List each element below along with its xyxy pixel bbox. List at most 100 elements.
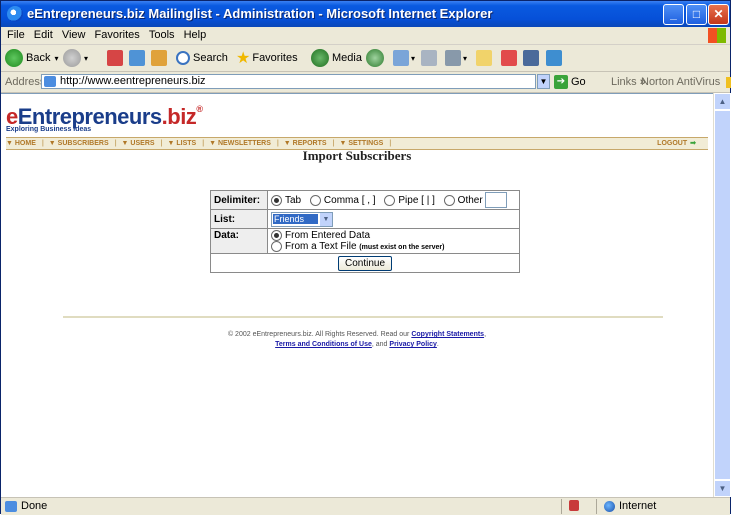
- stop-button[interactable]: [107, 48, 123, 68]
- mail-button[interactable]: ▾: [393, 48, 415, 68]
- scroll-thumb[interactable]: [714, 110, 731, 480]
- delimiter-tab-option[interactable]: Tab: [271, 194, 301, 206]
- footer: © 2002 eEntrepreneurs.biz. All Rights Re…: [1, 330, 713, 350]
- nav-users[interactable]: ▼ USERS: [122, 140, 158, 147]
- data-file-note: (must exist on the server): [359, 244, 445, 252]
- address-url: http://www.eentrepreneurs.biz: [60, 75, 206, 87]
- delimiter-other-option[interactable]: Other: [443, 194, 483, 206]
- list-select[interactable]: Friends ▼: [271, 211, 333, 227]
- logo-reg: ®: [196, 104, 203, 114]
- data-file-option[interactable]: From a Text File (must exist on the serv…: [271, 241, 516, 252]
- messenger-button[interactable]: [501, 48, 517, 68]
- discuss-button[interactable]: [546, 48, 562, 68]
- list-row: List: Friends ▼: [210, 209, 520, 229]
- status-zone: Internet: [604, 500, 656, 512]
- norton-antivirus-button[interactable]: Norton AntiVirus ▾: [641, 76, 731, 88]
- delimiter-pipe-option[interactable]: Pipe [ | ]: [384, 194, 435, 206]
- research-button[interactable]: [523, 48, 539, 68]
- print-button[interactable]: [421, 48, 437, 68]
- submit-cell: Continue: [210, 253, 520, 274]
- nav-home[interactable]: ▼ HOME: [6, 140, 39, 147]
- edit-button[interactable]: ▾: [445, 48, 467, 68]
- messenger-icon: [501, 50, 517, 66]
- logo-biz: .biz: [161, 104, 197, 129]
- favorites-label: Favorites: [252, 52, 298, 64]
- go-button[interactable]: ➔ Go: [554, 74, 586, 90]
- nav-newsletters-label: NEWSLETTERS: [217, 140, 271, 147]
- edit-page-icon: [445, 50, 461, 66]
- delimiter-other-radio[interactable]: [443, 194, 455, 206]
- edit-dropdown-icon: ▾: [463, 53, 468, 63]
- delimiter-options: Tab Comma [ , ] Pipe [ | ] Other: [267, 190, 520, 210]
- forward-dropdown-icon: ▾: [84, 53, 89, 63]
- nav-users-label: USERS: [130, 140, 155, 147]
- menu-edit[interactable]: Edit: [34, 27, 53, 44]
- delimiter-label: Delimiter:: [210, 190, 268, 210]
- data-options: From Entered Data From a Text File (must…: [267, 227, 520, 255]
- search-button[interactable]: Search: [176, 48, 228, 68]
- favorites-star-icon: ★: [236, 50, 251, 67]
- media-button[interactable]: Media: [311, 48, 362, 68]
- menu-help[interactable]: Help: [184, 27, 207, 44]
- home-button[interactable]: [151, 48, 167, 68]
- windows-logo-icon: [708, 28, 726, 43]
- back-button[interactable]: Back ▾: [5, 48, 58, 68]
- terms-link[interactable]: Terms and Conditions of Use: [275, 341, 372, 348]
- menu-favorites[interactable]: Favorites: [95, 27, 140, 44]
- search-label: Search: [193, 52, 228, 64]
- delimiter-comma-option[interactable]: Comma [ , ]: [309, 194, 376, 206]
- address-input[interactable]: http://www.eentrepreneurs.biz: [41, 74, 536, 89]
- menu-tools[interactable]: Tools: [149, 27, 175, 44]
- list-selected-value: Friends: [273, 213, 318, 224]
- vertical-scrollbar[interactable]: ▲ ▼: [713, 93, 731, 497]
- data-file-radio[interactable]: [271, 241, 282, 253]
- delimiter-other-input[interactable]: [484, 192, 507, 208]
- home-icon: [151, 50, 167, 66]
- site-logo[interactable]: eEntrepreneurs.biz® Exploring Business I…: [6, 104, 203, 133]
- scroll-up-icon[interactable]: ▲: [714, 93, 731, 110]
- delimiter-pipe-label: Pipe [ | ]: [398, 194, 435, 206]
- delimiter-pipe-radio[interactable]: [384, 194, 396, 206]
- norton-label: Norton AntiVirus: [641, 76, 721, 88]
- data-label: Data:: [210, 227, 268, 255]
- nav-newsletters[interactable]: ▼ NEWSLETTERS: [209, 140, 274, 147]
- menu-file[interactable]: File: [7, 27, 25, 44]
- list-label: List:: [210, 209, 268, 229]
- delimiter-row: Delimiter: Tab Comma [ , ] Pipe [ | ] Ot…: [210, 190, 520, 210]
- close-button[interactable]: ✕: [708, 4, 729, 25]
- delimiter-tab-radio[interactable]: [271, 194, 282, 206]
- page-content: eEntrepreneurs.biz® Exploring Business I…: [1, 93, 713, 498]
- scroll-down-icon[interactable]: ▼: [714, 480, 731, 497]
- page-title: Import Subscribers: [302, 148, 412, 163]
- data-entered-option[interactable]: From Entered Data: [271, 230, 516, 241]
- back-label: Back: [26, 52, 51, 64]
- menu-view[interactable]: View: [62, 27, 86, 44]
- forward-button[interactable]: ▾: [63, 48, 88, 68]
- continue-button[interactable]: Continue: [337, 255, 393, 271]
- status-separator: [561, 499, 562, 514]
- nav-lists[interactable]: ▼ LISTS: [167, 140, 199, 147]
- stop-icon: [107, 50, 123, 66]
- nav-reports[interactable]: ▼ REPORTS: [284, 140, 330, 147]
- favorites-button[interactable]: ★ Favorites: [236, 48, 298, 68]
- title-bar[interactable]: eEntrepreneurs.biz Mailinglist - Adminis…: [1, 1, 730, 27]
- folder-button[interactable]: [476, 48, 492, 68]
- history-button[interactable]: [366, 48, 387, 68]
- address-dropdown-icon[interactable]: ▼: [537, 74, 550, 89]
- maximize-button[interactable]: □: [686, 4, 707, 25]
- nav-settings[interactable]: ▼ SETTINGS: [339, 140, 386, 147]
- folder-icon: [476, 50, 492, 66]
- minimize-button[interactable]: _: [663, 4, 684, 25]
- ie-logo-icon: [7, 6, 23, 22]
- data-entered-radio[interactable]: [271, 230, 282, 241]
- search-icon: [176, 51, 190, 65]
- status-text: Done: [21, 500, 48, 512]
- nav-subscribers[interactable]: ▼ SUBSCRIBERS: [49, 140, 112, 147]
- delimiter-comma-radio[interactable]: [309, 194, 321, 206]
- chevron-down-icon[interactable]: ▼: [320, 212, 332, 226]
- data-file-label: From a Text File: [285, 241, 357, 253]
- nav-subscribers-label: SUBSCRIBERS: [57, 140, 109, 147]
- privacy-link[interactable]: Privacy Policy: [389, 341, 436, 348]
- copyright-link[interactable]: Copyright Statements: [411, 331, 484, 338]
- refresh-button[interactable]: [129, 48, 145, 68]
